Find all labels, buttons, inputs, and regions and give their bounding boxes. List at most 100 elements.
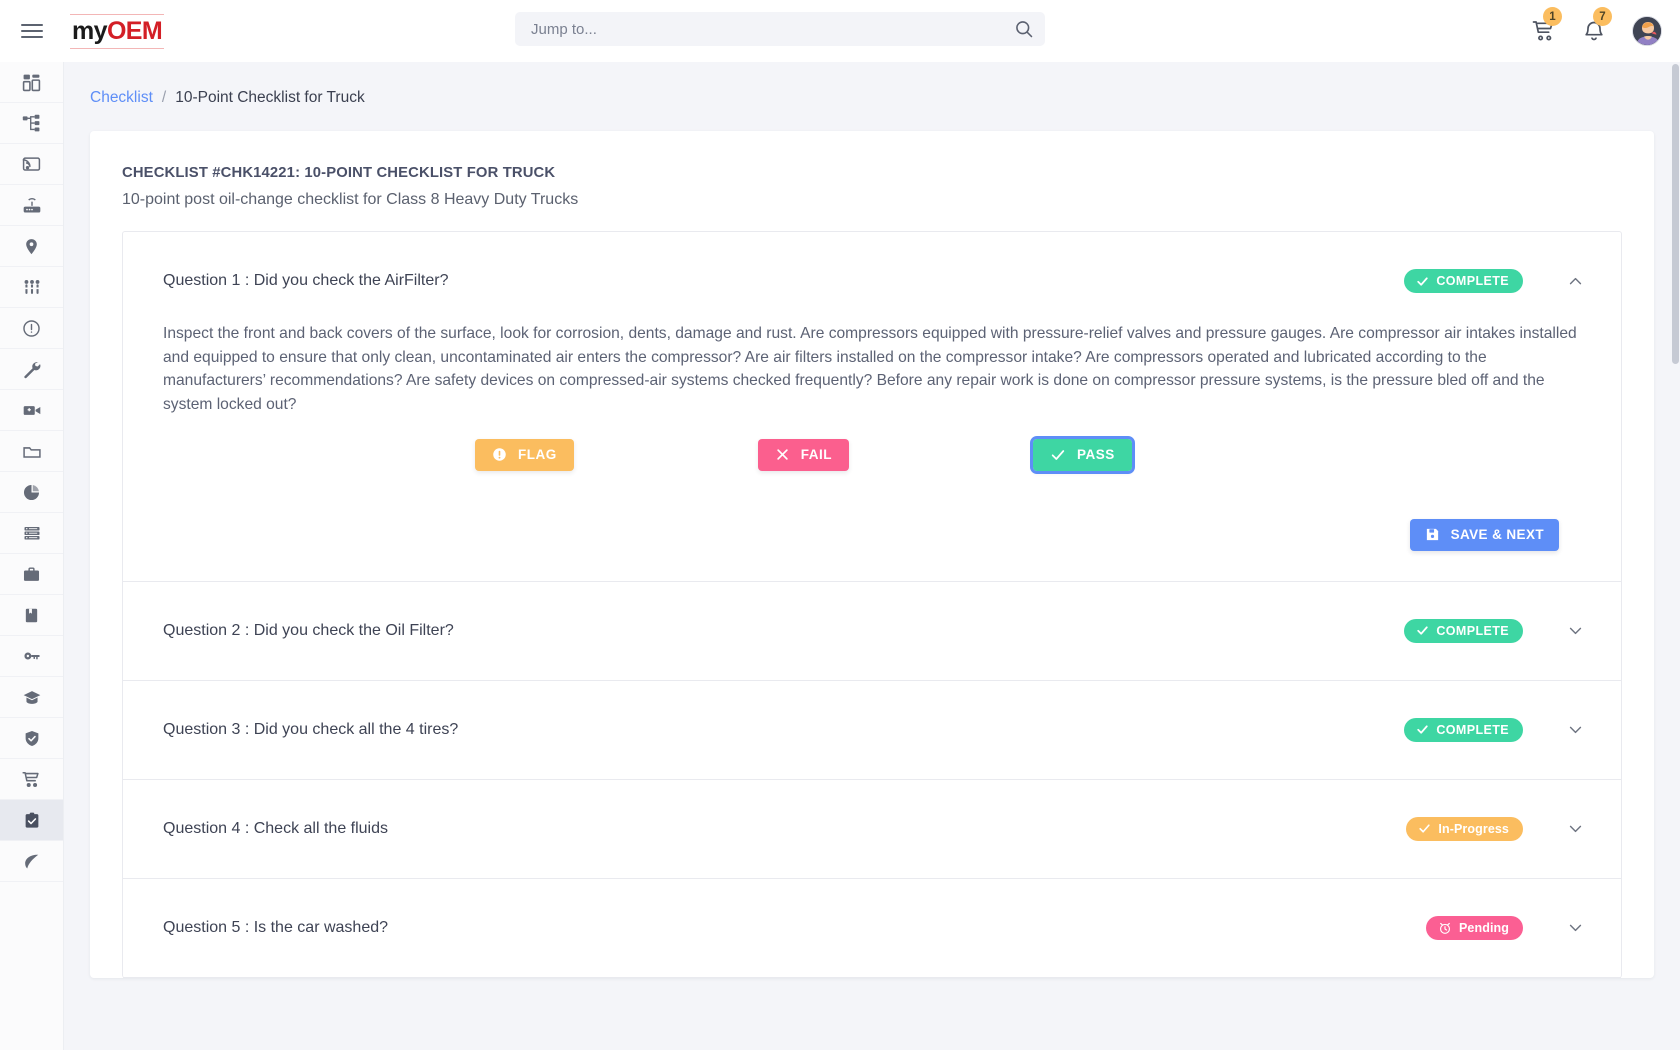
- chevron-up-icon: [1567, 273, 1584, 290]
- alert-circle-icon: [22, 319, 41, 338]
- breadcrumb-link-checklist[interactable]: Checklist: [90, 89, 153, 107]
- check-icon: [1416, 275, 1429, 288]
- global-search: [515, 12, 1045, 46]
- folder-icon: [22, 442, 42, 461]
- breadcrumb-separator: /: [162, 89, 166, 107]
- sidebar-item-access[interactable]: [0, 636, 63, 677]
- sidebar-rail: [0, 62, 64, 1050]
- sidebar-item-analytics[interactable]: [0, 472, 63, 513]
- question-label: Question 3 : Did you check all the 4 tir…: [163, 721, 1404, 739]
- check-icon: [1416, 723, 1429, 736]
- question-block: Question 2 : Did you check the Oil Filte…: [123, 582, 1621, 681]
- status-badge-label: In-Progress: [1438, 822, 1509, 836]
- sidebar-item-sustainability[interactable]: [0, 841, 63, 882]
- checklist-card: CHECKLIST #CHK14221: 10-POINT CHECKLIST …: [90, 131, 1654, 978]
- question-label: Question 5 : Is the car washed?: [163, 919, 1426, 937]
- search-button[interactable]: [1013, 18, 1035, 40]
- main-content: Checklist / 10-Point Checklist for Truck…: [64, 62, 1680, 1050]
- save-and-next-button[interactable]: SAVE & NEXT: [1410, 519, 1559, 551]
- sidebar-item-orders[interactable]: [0, 759, 63, 800]
- map-pin-icon: [23, 237, 40, 256]
- sidebar-item-broadcast[interactable]: [0, 144, 63, 185]
- search-icon: [1014, 19, 1034, 39]
- expand-toggle-button[interactable]: [1549, 902, 1601, 954]
- clipboard-check-icon: [23, 811, 41, 830]
- search-input[interactable]: [515, 12, 1045, 46]
- flag-button-label: FLAG: [518, 447, 557, 462]
- pass-button-label: PASS: [1077, 447, 1115, 462]
- sidebar-item-controls[interactable]: [0, 267, 63, 308]
- question-header[interactable]: Question 4 : Check all the fluids In-Pro…: [123, 780, 1621, 878]
- chevron-down-icon: [1567, 919, 1584, 936]
- sitemap-icon: [22, 114, 41, 133]
- question-block: Question 5 : Is the car washed? Pending: [123, 879, 1621, 978]
- logo-text-my: my: [72, 17, 107, 45]
- pie-chart-icon: [22, 483, 41, 502]
- sidebar-item-library[interactable]: [0, 595, 63, 636]
- sliders-icon: [22, 278, 42, 297]
- key-icon: [22, 647, 42, 665]
- sidebar-item-training[interactable]: [0, 677, 63, 718]
- leaf-icon: [22, 852, 41, 871]
- sidebar-item-dashboard[interactable]: [0, 62, 63, 103]
- check-icon: [1418, 822, 1431, 835]
- briefcase-icon: [22, 565, 41, 584]
- status-badge: COMPLETE: [1404, 619, 1523, 643]
- status-badge: COMPLETE: [1404, 718, 1523, 742]
- top-bar: myOEM 1 7: [0, 0, 1680, 62]
- shield-check-icon: [23, 729, 41, 748]
- sidebar-item-alerts[interactable]: [0, 308, 63, 349]
- menu-toggle-button[interactable]: [0, 0, 64, 62]
- dashboard-grid-icon: [22, 73, 41, 92]
- question-label: Question 2 : Did you check the Oil Filte…: [163, 622, 1404, 640]
- save-disk-icon: [1425, 527, 1440, 542]
- collapse-toggle-button[interactable]: [1549, 255, 1601, 307]
- expand-toggle-button[interactable]: [1549, 605, 1601, 657]
- status-badge-label: COMPLETE: [1436, 274, 1509, 288]
- sidebar-item-maintenance[interactable]: [0, 349, 63, 390]
- save-and-next-label: SAVE & NEXT: [1451, 527, 1544, 542]
- notifications-button[interactable]: 7: [1582, 19, 1606, 43]
- flag-button[interactable]: FLAG: [475, 439, 574, 471]
- questions-panel: Question 1 : Did you check the AirFilter…: [122, 231, 1622, 978]
- status-badge-label: COMPLETE: [1436, 624, 1509, 638]
- question-header[interactable]: Question 1 : Did you check the AirFilter…: [123, 232, 1621, 330]
- question-header[interactable]: Question 5 : Is the car washed? Pending: [123, 879, 1621, 977]
- router-icon: [22, 195, 42, 215]
- question-header[interactable]: Question 2 : Did you check the Oil Filte…: [123, 582, 1621, 680]
- exclamation-circle-icon: [492, 447, 507, 462]
- status-badge-label: COMPLETE: [1436, 723, 1509, 737]
- sidebar-item-business[interactable]: [0, 554, 63, 595]
- save-row: SAVE & NEXT: [163, 471, 1581, 581]
- sidebar-item-devices[interactable]: [0, 185, 63, 226]
- expand-toggle-button[interactable]: [1549, 803, 1601, 855]
- avatar[interactable]: [1632, 16, 1662, 46]
- status-badge: Pending: [1426, 916, 1523, 940]
- status-badge: COMPLETE: [1404, 269, 1523, 293]
- sidebar-item-records[interactable]: [0, 513, 63, 554]
- pass-button[interactable]: PASS: [1033, 439, 1132, 471]
- sidebar-item-compliance[interactable]: [0, 718, 63, 759]
- user-avatar-icon: [1633, 17, 1662, 46]
- question-header[interactable]: Question 3 : Did you check all the 4 tir…: [123, 681, 1621, 779]
- scrollbar-thumb[interactable]: [1672, 64, 1679, 364]
- sidebar-item-locations[interactable]: [0, 226, 63, 267]
- sidebar-item-hierarchy[interactable]: [0, 103, 63, 144]
- breadcrumb: Checklist / 10-Point Checklist for Truck: [64, 62, 1680, 107]
- question-block: Question 1 : Did you check the AirFilter…: [123, 232, 1621, 582]
- expand-toggle-button[interactable]: [1549, 704, 1601, 756]
- sidebar-item-checklist[interactable]: [0, 800, 63, 841]
- page-subtitle: 10-point post oil-change checklist for C…: [122, 191, 1622, 209]
- page-scrollbar[interactable]: [1671, 62, 1680, 1050]
- sidebar-item-files[interactable]: [0, 431, 63, 472]
- question-body: Inspect the front and back covers of the…: [123, 322, 1621, 581]
- check-icon: [1050, 447, 1066, 463]
- logo-text-oem: OEM: [107, 17, 162, 45]
- cart-icon: [22, 770, 41, 789]
- hamburger-icon: [21, 24, 43, 38]
- fail-button[interactable]: FAIL: [758, 439, 849, 471]
- cart-button[interactable]: 1: [1532, 19, 1556, 43]
- sidebar-item-video[interactable]: [0, 390, 63, 431]
- alarm-clock-icon: [1438, 921, 1452, 935]
- app-logo[interactable]: myOEM: [70, 12, 164, 51]
